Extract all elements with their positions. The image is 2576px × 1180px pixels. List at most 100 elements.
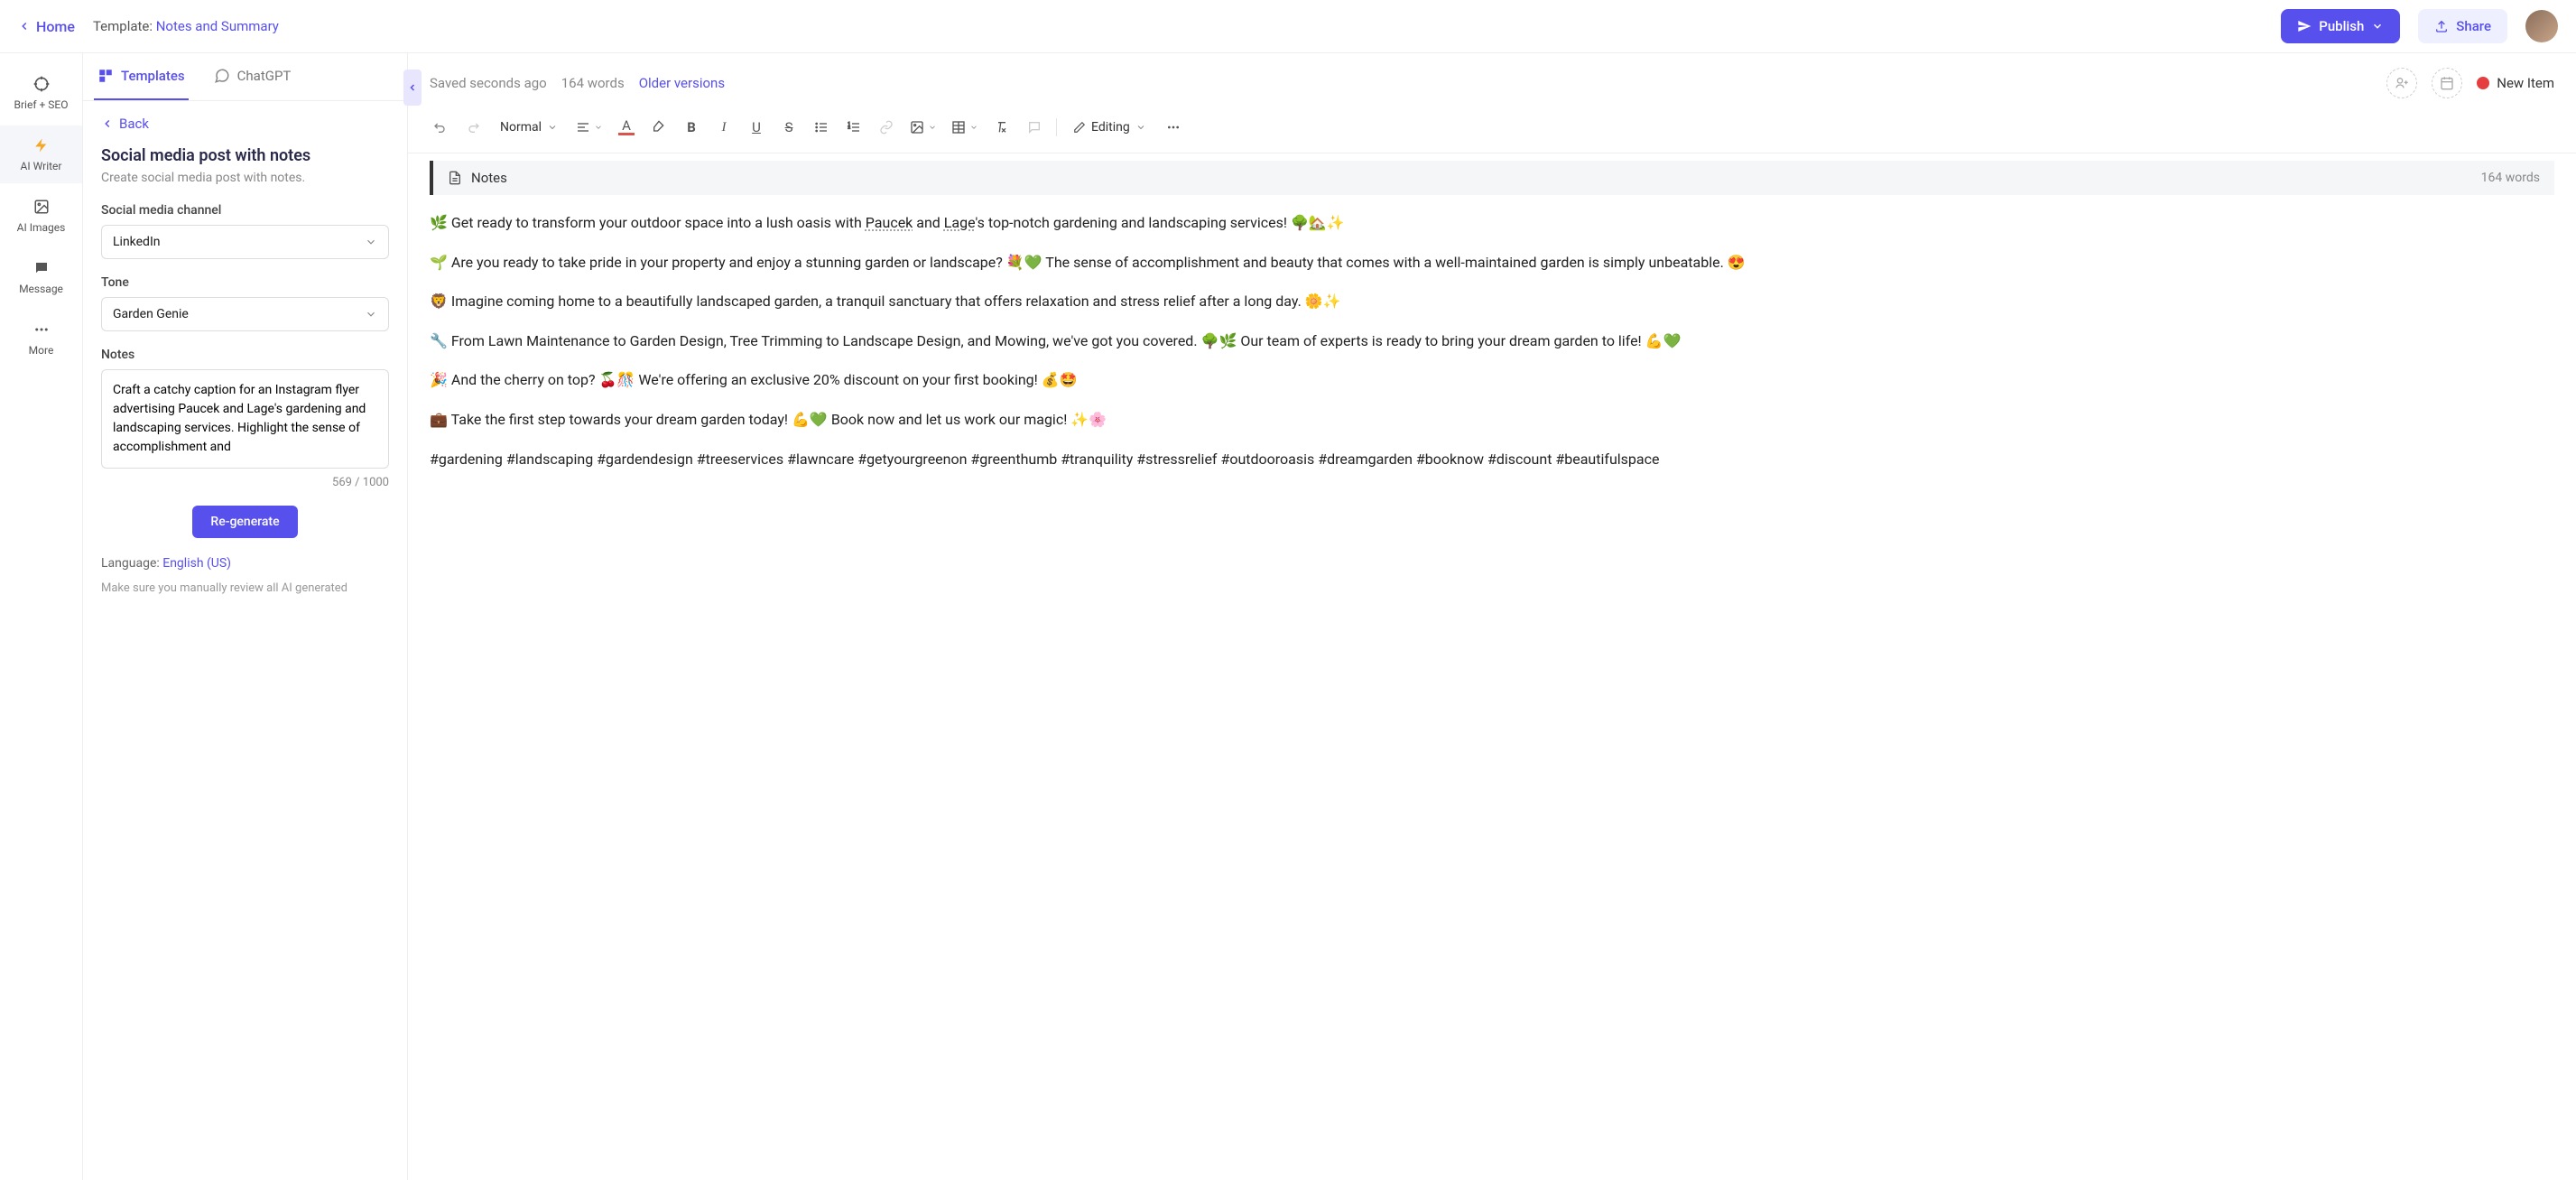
language-line: Language: English (US) <box>101 556 389 571</box>
paragraph-style-select[interactable]: Normal <box>491 120 567 135</box>
date-button[interactable] <box>2432 68 2462 98</box>
doc-paragraph[interactable]: 🎉 And the cherry on top? 🍒🎊 We're offeri… <box>430 368 2554 392</box>
review-disclaimer: Make sure you manually review all AI gen… <box>101 580 389 598</box>
notes-char-count: 569 / 1000 <box>101 476 389 489</box>
nav-message[interactable]: Message <box>0 248 82 306</box>
color-swatch <box>618 133 635 135</box>
tab-templates[interactable]: Templates <box>94 53 189 100</box>
nav-rail: Brief + SEO AI Writer AI Images Message … <box>0 53 83 1180</box>
home-label: Home <box>36 18 75 35</box>
tone-select[interactable]: Garden Genie <box>101 297 389 331</box>
nav-ai-images[interactable]: AI Images <box>0 187 82 245</box>
bold-button[interactable]: B <box>677 113 706 142</box>
saved-status: Saved seconds ago <box>430 75 547 91</box>
template-name-link[interactable]: Notes and Summary <box>156 18 279 34</box>
editing-mode-select[interactable]: Editing <box>1064 120 1155 135</box>
bullet-list-button[interactable] <box>807 113 836 142</box>
table-insert-button[interactable] <box>946 113 984 142</box>
dots-icon <box>1166 120 1181 135</box>
mention-paucek[interactable]: Paucek <box>866 214 913 231</box>
italic-button[interactable]: I <box>709 113 738 142</box>
side-panel: Templates ChatGPT Back Social media post… <box>83 53 408 1180</box>
chevron-down-icon <box>547 122 558 133</box>
chevron-left-icon <box>407 82 418 93</box>
numbered-list-button[interactable]: 12 <box>839 113 868 142</box>
regenerate-button[interactable]: Re-generate <box>192 506 297 538</box>
chevron-down-icon <box>594 123 603 132</box>
channel-label: Social media channel <box>101 203 389 218</box>
doc-paragraph[interactable]: #gardening #landscaping #gardendesign #t… <box>430 448 2554 471</box>
redo-icon <box>466 120 480 135</box>
mention-lage[interactable]: Lage <box>944 214 976 231</box>
notes-textarea[interactable] <box>101 369 389 469</box>
doc-paragraph[interactable]: 🦁 Imagine coming home to a beautifully l… <box>430 290 2554 313</box>
word-count: 164 words <box>561 75 625 91</box>
more-options-button[interactable] <box>1159 113 1188 142</box>
clear-format-button[interactable] <box>987 113 1016 142</box>
user-avatar[interactable] <box>2525 10 2558 42</box>
collapse-panel-button[interactable] <box>403 70 422 106</box>
older-versions-link[interactable]: Older versions <box>639 75 725 91</box>
undo-button[interactable] <box>426 113 455 142</box>
bolt-icon <box>32 136 51 154</box>
chevron-left-icon <box>18 20 31 33</box>
notes-label: Notes <box>101 348 389 362</box>
language-link[interactable]: English (US) <box>162 556 231 571</box>
image-icon <box>910 120 924 135</box>
image-insert-button[interactable] <box>904 113 942 142</box>
redo-button[interactable] <box>459 113 487 142</box>
doc-paragraph[interactable]: 🌿 Get ready to transform your outdoor sp… <box>430 211 2554 235</box>
doc-paragraph[interactable]: 🌱 Are you ready to take pride in your pr… <box>430 251 2554 274</box>
nav-ai-writer[interactable]: AI Writer <box>0 125 82 183</box>
font-color-button[interactable]: A <box>612 113 641 142</box>
panel-title: Social media post with notes <box>101 146 389 165</box>
home-link[interactable]: Home <box>18 18 75 35</box>
chevron-left-icon <box>101 117 114 130</box>
dots-icon <box>32 321 51 339</box>
chevron-down-icon <box>928 123 937 132</box>
channel-select[interactable]: LinkedIn <box>101 225 389 259</box>
underline-button[interactable]: U <box>742 113 771 142</box>
document-body[interactable]: Notes 164 words 🌿 Get ready to transform… <box>408 153 2576 1180</box>
tone-label: Tone <box>101 275 389 290</box>
publish-button[interactable]: Publish <box>2281 9 2400 43</box>
chat-bubble-icon <box>214 68 230 84</box>
chevron-down-icon <box>969 123 978 132</box>
clear-format-icon <box>995 120 1009 135</box>
user-plus-icon <box>2395 76 2409 90</box>
send-icon <box>2297 19 2312 33</box>
target-icon <box>32 75 51 93</box>
highlight-icon <box>652 120 666 135</box>
comment-icon <box>1027 120 1042 135</box>
chevron-down-icon <box>365 236 377 248</box>
doc-paragraph[interactable]: 💼 Take the first step towards your dream… <box>430 408 2554 432</box>
status-dot-icon <box>2477 77 2489 89</box>
comment-button[interactable] <box>1020 113 1049 142</box>
add-collaborator-button[interactable] <box>2386 68 2417 98</box>
align-button[interactable] <box>570 113 608 142</box>
share-button[interactable]: Share <box>2418 9 2507 43</box>
tab-chatgpt[interactable]: ChatGPT <box>210 53 295 100</box>
document-icon <box>448 171 462 185</box>
upload-icon <box>2434 19 2449 33</box>
doc-paragraph[interactable]: 🔧 From Lawn Maintenance to Garden Design… <box>430 330 2554 353</box>
calendar-icon <box>2440 76 2454 90</box>
editor-toolbar: Normal A B I U S 12 Editing <box>408 106 2576 153</box>
nav-more[interactable]: More <box>0 310 82 367</box>
notes-title: Notes <box>471 170 2472 186</box>
numbered-list-icon: 12 <box>847 120 861 135</box>
table-icon <box>951 120 966 135</box>
link-button[interactable] <box>872 113 901 142</box>
strikethrough-button[interactable]: S <box>774 113 803 142</box>
template-breadcrumb: Template: Notes and Summary <box>93 18 279 34</box>
chevron-down-icon <box>2371 20 2384 33</box>
chevron-down-icon <box>1135 122 1146 133</box>
chevron-down-icon <box>365 308 377 321</box>
new-item-status[interactable]: New Item <box>2477 75 2554 91</box>
panel-description: Create social media post with notes. <box>101 171 389 185</box>
editor-area: Saved seconds ago 164 words Older versio… <box>408 53 2576 1180</box>
bullet-list-icon <box>814 120 829 135</box>
back-link[interactable]: Back <box>101 116 389 132</box>
highlight-button[interactable] <box>644 113 673 142</box>
nav-brief-seo[interactable]: Brief + SEO <box>0 64 82 122</box>
